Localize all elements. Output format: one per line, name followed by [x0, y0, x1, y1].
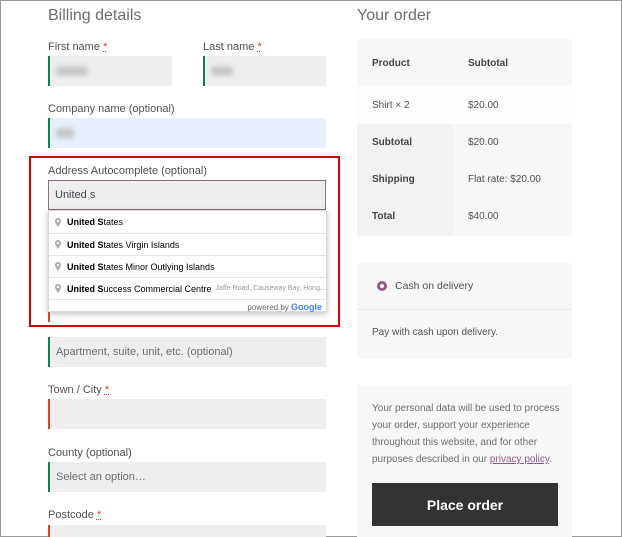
postcode-input[interactable]	[48, 525, 326, 537]
map-pin-icon	[55, 262, 61, 271]
last-name-label: Last name *	[203, 41, 262, 53]
payment-divider	[357, 309, 572, 310]
item-subtotal: $20.00	[468, 100, 499, 111]
county-select[interactable]: Select an option…	[48, 462, 326, 492]
subtotal-label: Subtotal	[372, 137, 412, 148]
map-pin-icon	[55, 217, 61, 227]
company-label: Company name (optional)	[48, 103, 175, 115]
town-label: Town / City *	[48, 384, 110, 396]
billing-title: Billing details	[48, 7, 142, 24]
autocomplete-option[interactable]: United States Virgin Islands	[49, 233, 326, 255]
autocomplete-option[interactable]: United States Minor Outlying Islands	[49, 255, 326, 277]
redacted-value	[56, 66, 88, 76]
header-subtotal: Subtotal	[468, 58, 508, 69]
google-logo: Google	[291, 302, 322, 312]
place-order-button[interactable]: Place order	[372, 483, 558, 526]
header-product: Product	[372, 58, 410, 69]
order-title: Your order	[357, 7, 432, 24]
last-name-input[interactable]	[203, 56, 326, 86]
redacted-value	[56, 128, 74, 138]
item-name: Shirt × 2	[372, 100, 410, 111]
shipping-label: Shipping	[372, 174, 415, 185]
first-name-label: First name *	[48, 41, 108, 53]
redacted-value	[211, 66, 233, 76]
street-input-edge	[48, 312, 50, 322]
town-input[interactable]	[48, 399, 326, 429]
total-value: $40.00	[468, 211, 499, 222]
address-autocomplete-input[interactable]: United s	[48, 180, 326, 210]
shipping-value: Flat rate: $20.00	[468, 174, 541, 185]
apartment-input[interactable]: Apartment, suite, unit, etc. (optional)	[48, 337, 326, 367]
company-input[interactable]	[48, 118, 326, 148]
autocomplete-option[interactable]: United States	[49, 211, 326, 233]
cod-description: Pay with cash upon delivery.	[372, 327, 498, 338]
map-pin-icon	[55, 284, 61, 293]
postcode-label: Postcode *	[48, 509, 102, 521]
address-label: Address Autocomplete (optional)	[48, 165, 207, 177]
map-pin-icon	[55, 240, 61, 249]
powered-by-google: powered by Google	[49, 299, 326, 313]
total-label: Total	[372, 211, 396, 222]
payment-box	[357, 263, 572, 358]
autocomplete-dropdown: United States United States Virgin Islan…	[48, 210, 327, 312]
first-name-input[interactable]	[48, 56, 172, 86]
subtotal-value: $20.00	[468, 137, 499, 148]
privacy-policy-link[interactable]: privacy policy	[490, 454, 549, 465]
cod-label[interactable]: Cash on delivery	[395, 280, 473, 292]
autocomplete-option[interactable]: United Success Commercial Centre Jaffe R…	[49, 277, 326, 299]
privacy-text: Your personal data will be used to proce…	[372, 403, 560, 465]
cod-radio[interactable]	[377, 281, 387, 291]
county-label: County (optional)	[48, 447, 132, 459]
